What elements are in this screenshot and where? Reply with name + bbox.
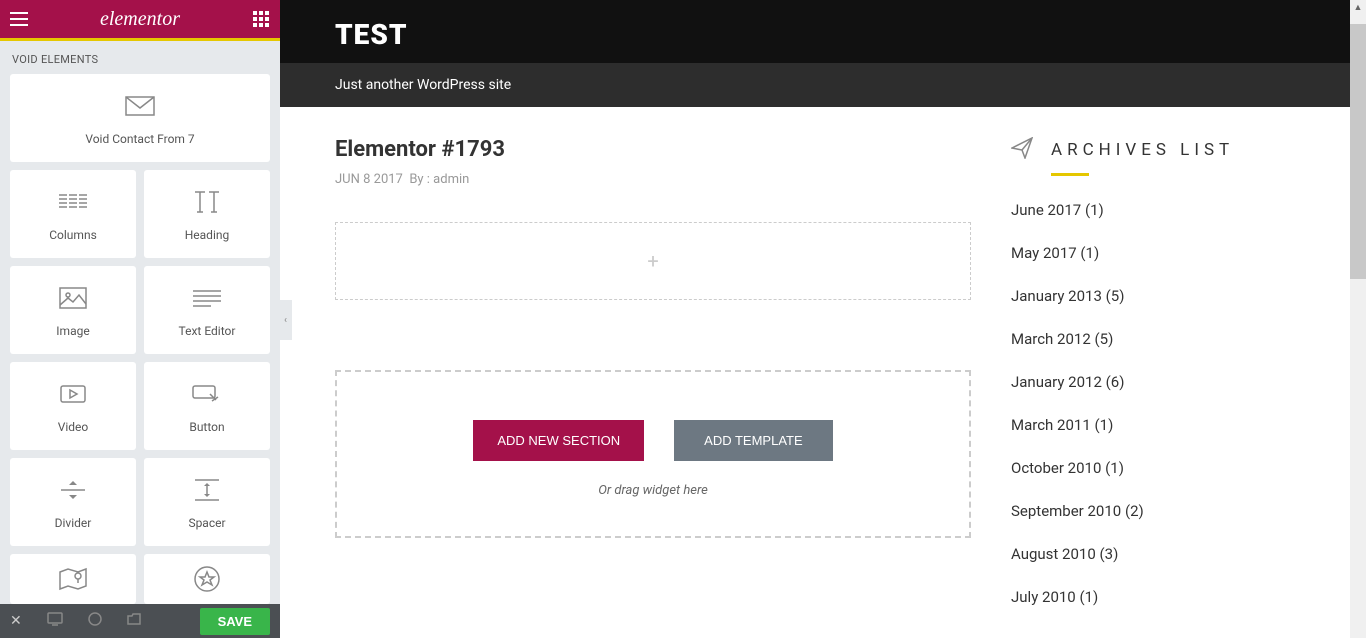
svg-text:?: ? [93,615,97,625]
element-columns[interactable]: Columns [10,170,136,258]
help-icon[interactable]: ? [88,612,102,630]
archives-list: June 2017 (1) May 2017 (1) January 2013 … [1011,201,1311,606]
add-section-dropzone[interactable]: ADD NEW SECTION ADD TEMPLATE Or drag wid… [335,370,971,538]
templates-icon[interactable] [127,613,141,629]
archive-item[interactable]: June 2017 (1) [1011,201,1311,219]
footer-icons-group: ✕ ? [10,612,141,630]
video-icon [60,378,86,410]
post-title: Elementor #1793 [335,137,971,162]
envelope-icon [125,90,155,122]
element-divider[interactable]: Divider [10,458,136,546]
widget-title-row: ARCHIVES LIST [1011,137,1311,163]
archives-widget: ARCHIVES LIST June 2017 (1) May 2017 (1)… [1011,137,1311,631]
site-header: TEST [280,0,1366,63]
elements-grid-button[interactable] [242,0,280,38]
sidebar-footer: ✕ ? SAVE [0,604,280,638]
heading-icon [193,186,221,218]
scroll-thumb[interactable] [1350,24,1366,279]
preview-main: ‹ TEST Just another WordPress site Eleme… [280,0,1366,638]
grid-icon [253,11,269,27]
post-meta: JUN 8 2017 By : admin [335,172,971,187]
archive-item[interactable]: May 2017 (1) [1011,244,1311,262]
save-button[interactable]: SAVE [200,608,270,635]
columns-icon [59,186,87,218]
content-area: Elementor #1793 JUN 8 2017 By : admin + … [280,107,1366,631]
elements-section-title: VOID ELEMENTS [0,38,280,74]
element-google-maps[interactable] [10,554,136,604]
site-title: TEST [335,18,1311,51]
archive-item[interactable]: September 2010 (2) [1011,502,1311,520]
sidebar-header: elementor [0,0,280,38]
scroll-up-arrow-icon[interactable]: ▲ [1350,0,1366,14]
button-icon [192,378,222,410]
spacer-icon [194,474,220,506]
element-image[interactable]: Image [10,266,136,354]
widget-title-text: ARCHIVES LIST [1051,140,1234,160]
element-icon[interactable] [144,554,270,604]
element-heading[interactable]: Heading [144,170,270,258]
add-template-button[interactable]: ADD TEMPLATE [674,420,832,461]
post-main: Elementor #1793 JUN 8 2017 By : admin + … [335,137,971,631]
map-icon [59,563,87,595]
post-author: admin [433,172,469,187]
archive-item[interactable]: January 2012 (6) [1011,373,1311,391]
archive-item[interactable]: March 2012 (5) [1011,330,1311,348]
widget-underline [1051,173,1089,176]
close-icon[interactable]: ✕ [10,613,22,629]
hamburger-icon [10,12,28,26]
dropzone-buttons: ADD NEW SECTION ADD TEMPLATE [357,420,949,461]
star-circle-icon [194,563,220,595]
menu-button[interactable] [0,0,38,38]
plus-icon: + [647,249,658,273]
text-editor-icon [193,282,221,314]
site-tagline: Just another WordPress site [280,63,1366,107]
empty-section[interactable]: + [335,222,971,300]
responsive-icon[interactable] [47,612,63,630]
element-text-editor[interactable]: Text Editor [144,266,270,354]
paper-plane-icon [1011,137,1033,163]
collapse-sidebar-handle[interactable]: ‹ [280,300,292,340]
brand-logo: elementor [100,8,180,31]
divider-icon [60,474,86,506]
elementor-sidebar: elementor VOID ELEMENTS Void Contact Fro… [0,0,280,638]
dropzone-hint: Or drag widget here [357,483,949,498]
archive-item[interactable]: March 2011 (1) [1011,416,1311,434]
post-by-label: By : [409,172,430,187]
add-new-section-button[interactable]: ADD NEW SECTION [473,420,644,461]
archive-item[interactable]: October 2010 (1) [1011,459,1311,477]
vertical-scrollbar[interactable]: ▲ [1350,0,1366,638]
element-void-contact-form-7[interactable]: Void Contact From 7 [10,74,270,162]
element-video[interactable]: Video [10,362,136,450]
archive-item[interactable]: August 2010 (3) [1011,545,1311,563]
element-button[interactable]: Button [144,362,270,450]
archive-item[interactable]: January 2013 (5) [1011,287,1311,305]
elements-grid: Void Contact From 7 Columns Heading Imag… [0,74,280,604]
archive-item[interactable]: July 2010 (1) [1011,588,1311,606]
image-icon [59,282,87,314]
post-date: JUN 8 2017 [335,172,403,187]
element-spacer[interactable]: Spacer [144,458,270,546]
